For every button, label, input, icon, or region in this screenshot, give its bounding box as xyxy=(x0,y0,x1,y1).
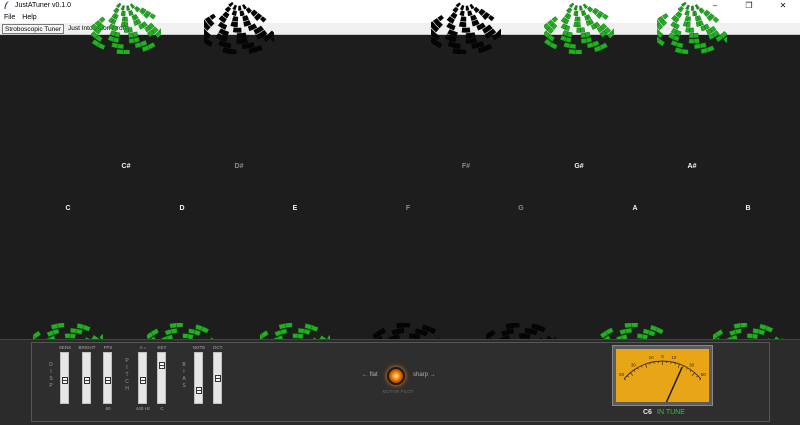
meter-needle xyxy=(661,366,683,412)
motor-pilot-lamp xyxy=(387,367,405,385)
menu-file[interactable]: File xyxy=(4,14,15,21)
meter-scale-label: 0 xyxy=(661,354,664,359)
meter-tick xyxy=(682,365,684,368)
note-label-lower-4: G xyxy=(518,205,524,212)
meter-tick xyxy=(624,378,626,381)
slider-label-4: KEY xyxy=(157,345,167,350)
note-label-lower-5: A xyxy=(632,205,638,212)
slider-label-1: BRIGHT xyxy=(78,345,96,350)
meter-scale-label: 10 xyxy=(671,355,677,360)
tab-stroboscopic-tuner[interactable]: Stroboscopic Tuner xyxy=(2,24,65,34)
note-label-upper-3: G# xyxy=(574,163,584,170)
slider-thumb-6[interactable] xyxy=(215,375,221,382)
window-title: JustATuner v0.1.0 xyxy=(15,2,72,9)
slider-thumb-0[interactable] xyxy=(62,377,68,384)
note-label-lower-1: D xyxy=(179,205,185,212)
slider-value-4: C xyxy=(160,406,164,411)
note-label-lower-3: F xyxy=(405,205,411,212)
feather-icon xyxy=(4,1,9,9)
slider-label-0: SENS xyxy=(58,345,72,350)
slider-label-2: FPS xyxy=(103,345,113,350)
strobe-upper-0 xyxy=(91,2,161,54)
meter-tick xyxy=(691,372,695,376)
slider-track-3[interactable] xyxy=(138,352,147,404)
slider-track-6[interactable] xyxy=(213,352,222,404)
bias-group-label: BIAS xyxy=(182,362,186,389)
slider-track-0[interactable] xyxy=(60,352,69,404)
menu-help[interactable]: Help xyxy=(22,14,36,21)
note-label-lower-2: E xyxy=(292,205,298,212)
strobe-upper-3 xyxy=(544,2,614,54)
meter-tick xyxy=(677,363,680,368)
meter-scale-label: 10 xyxy=(649,355,655,360)
note-label-upper-0: C# xyxy=(121,163,131,170)
tuning-meter-face: 50 30 10 0 10 30 50 xyxy=(616,349,709,412)
motor-pilot-label: MOTOR PILOT xyxy=(382,389,414,394)
meter-scale-label: 30 xyxy=(631,362,637,367)
sharp-label: sharp → xyxy=(413,372,436,378)
meter-tick xyxy=(633,369,636,372)
meter-tick xyxy=(626,375,629,378)
slider-label-6: OCT. xyxy=(212,345,224,350)
slider-thumb-5[interactable] xyxy=(196,387,202,394)
meter-tick xyxy=(645,363,648,368)
pitch-group-label: PITCH xyxy=(125,358,129,392)
meter-tick xyxy=(699,378,701,381)
meter-tick xyxy=(637,367,639,370)
restore-button[interactable]: ❐ xyxy=(732,0,766,11)
app-window: JustATuner v0.1.0 – ❐ ✕ File Help Strobo… xyxy=(0,0,800,425)
meter-tick xyxy=(686,367,688,370)
strobe-upper-4 xyxy=(657,1,727,54)
slider-thumb-4[interactable] xyxy=(159,362,165,369)
slider-track-5[interactable] xyxy=(194,352,203,404)
note-label-lower-6: B xyxy=(745,205,751,212)
strobe-upper-1 xyxy=(204,1,274,54)
slider-track-2[interactable] xyxy=(103,352,112,404)
meter-tick xyxy=(696,375,699,378)
tuning-meter-dial: 50 30 10 0 10 30 50 xyxy=(619,354,707,412)
slider-value-2: 60 xyxy=(105,406,111,411)
note-label-lower-0: C xyxy=(65,205,71,212)
slider-thumb-1[interactable] xyxy=(84,377,90,384)
slider-label-5: NOTE xyxy=(192,345,206,350)
flat-label: ← flat xyxy=(362,372,378,378)
slider-thumb-3[interactable] xyxy=(140,377,146,384)
meter-tick xyxy=(641,365,643,368)
meter-tick xyxy=(689,369,692,372)
slider-track-1[interactable] xyxy=(82,352,91,404)
strobe-upper-2 xyxy=(431,2,501,54)
disp-group-label: DISP xyxy=(49,362,53,389)
slider-track-4[interactable] xyxy=(157,352,166,404)
meter-tick xyxy=(630,372,634,376)
tuning-status: IN TUNE xyxy=(657,409,685,416)
slider-thumb-2[interactable] xyxy=(105,377,111,384)
strobe-display: C# D# F# G# A# C D E F G A B xyxy=(1,1,799,376)
note-label-upper-1: D# xyxy=(234,163,244,170)
slider-label-3: A = xyxy=(139,345,147,350)
meter-scale-label: 50 xyxy=(701,372,707,377)
note-label-upper-4: A# xyxy=(687,163,697,170)
tuning-meter: 50 30 10 0 10 30 50 xyxy=(612,345,713,412)
meter-scale-label: 30 xyxy=(689,362,695,367)
close-button[interactable]: ✕ xyxy=(766,0,800,11)
meter-scale-label: 50 xyxy=(619,372,625,377)
detected-note: C6 xyxy=(643,409,652,416)
note-label-upper-2: F# xyxy=(461,163,471,170)
